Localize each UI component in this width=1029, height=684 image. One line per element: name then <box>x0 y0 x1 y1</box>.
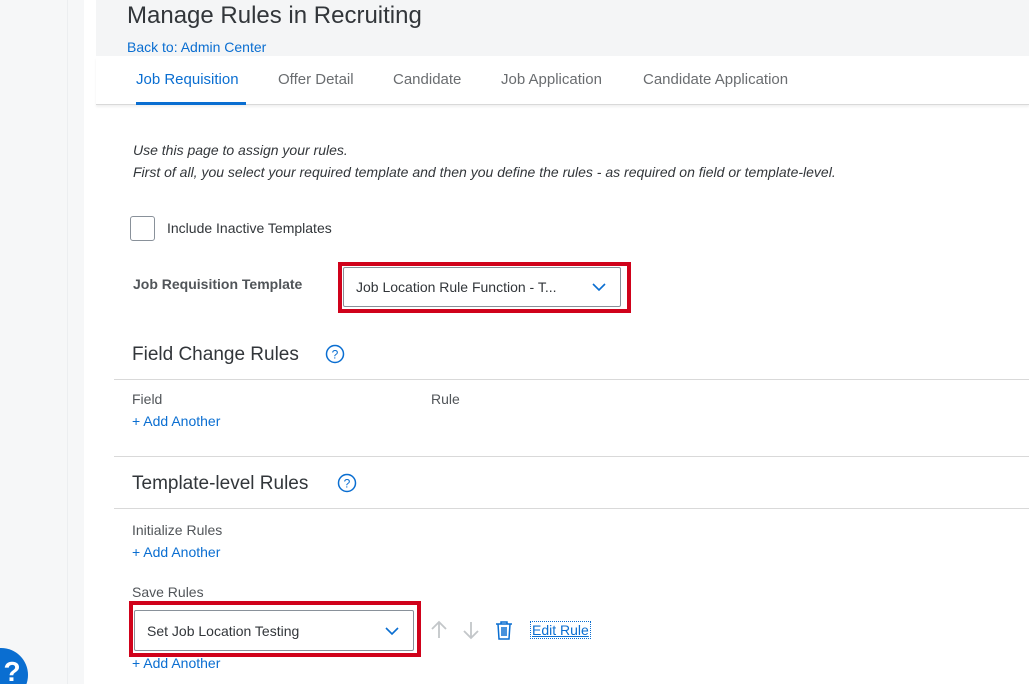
save-rules-add-another-link[interactable]: + Add Another <box>132 655 220 671</box>
main-page: Manage Rules in Recruiting Back to: Admi… <box>84 0 1029 684</box>
save-rules-label: Save Rules <box>132 584 204 600</box>
tab-offer-detail[interactable]: Offer Detail <box>278 71 354 88</box>
tab-bar: Job Requisition Offer Detail Candidate J… <box>96 57 1029 105</box>
field-column-header: Field <box>132 391 163 407</box>
field-change-rules-divider <box>114 379 1029 380</box>
active-tab-indicator <box>136 102 246 105</box>
template-level-rules-title: Template-level Rules <box>132 473 309 494</box>
left-side-panel: ? <box>0 0 68 684</box>
initialize-rules-label: Initialize Rules <box>132 522 223 538</box>
field-change-rules-title: Field Change Rules <box>132 344 299 365</box>
template-level-rules-divider-top <box>114 456 1029 457</box>
move-up-arrow-icon[interactable] <box>428 619 450 641</box>
delete-trash-icon[interactable] <box>493 619 515 641</box>
edit-rule-link[interactable]: Edit Rule <box>530 621 591 639</box>
include-inactive-templates-checkbox[interactable] <box>130 216 155 241</box>
back-to-admin-center-link[interactable]: Back to: Admin Center <box>127 39 266 55</box>
tab-job-application[interactable]: Job Application <box>501 71 602 88</box>
tab-candidate-application[interactable]: Candidate Application <box>643 71 788 88</box>
initialize-rules-add-another-link[interactable]: + Add Another <box>132 544 220 560</box>
chevron-down-icon <box>385 626 399 635</box>
save-rule-select-value: Set Job Location Testing <box>147 622 300 639</box>
intro-text-line-1: Use this page to assign your rules. <box>133 142 348 158</box>
page-gutter <box>68 0 84 684</box>
template-select-value: Job Location Rule Function - T... <box>356 279 557 295</box>
field-change-add-another-link[interactable]: + Add Another <box>132 413 220 429</box>
job-requisition-template-label: Job Requisition Template <box>133 276 303 292</box>
job-requisition-template-select[interactable]: Job Location Rule Function - T... <box>343 267 621 307</box>
tab-candidate[interactable]: Candidate <box>393 71 461 88</box>
help-fab-glyph: ? <box>3 656 21 684</box>
rule-column-header: Rule <box>431 391 460 407</box>
svg-text:?: ? <box>344 477 351 491</box>
template-level-rules-help-icon[interactable]: ? <box>337 473 357 493</box>
svg-text:?: ? <box>332 348 339 362</box>
tab-job-requisition[interactable]: Job Requisition <box>136 71 239 88</box>
chevron-down-icon <box>592 283 606 292</box>
help-fab-button[interactable]: ? <box>0 648 28 684</box>
page-title: Manage Rules in Recruiting <box>127 2 422 29</box>
include-inactive-templates-label: Include Inactive Templates <box>167 220 332 236</box>
template-level-rules-divider <box>114 508 1029 509</box>
field-change-rules-help-icon[interactable]: ? <box>325 344 345 364</box>
move-down-arrow-icon[interactable] <box>460 619 482 641</box>
save-rule-select[interactable]: Set Job Location Testing <box>134 610 414 651</box>
intro-text-line-2: First of all, you select your required t… <box>133 164 836 180</box>
